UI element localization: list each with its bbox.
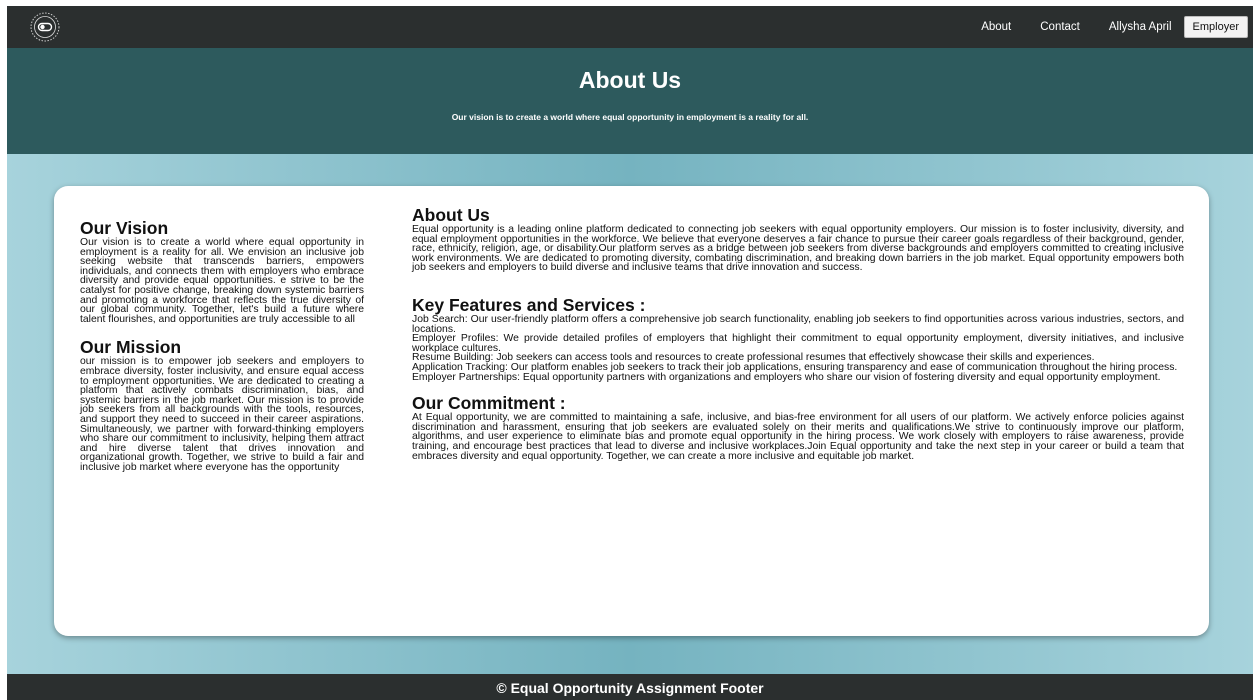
vision-text: Our vision is to create a world where eq… <box>80 237 364 325</box>
nav-link-about[interactable]: About <box>981 21 1011 33</box>
navbar: About Contact Allysha April Employer <box>7 6 1253 48</box>
commitment-text: At Equal opportunity, we are committed t… <box>412 412 1184 462</box>
content-card: Our Vision Our vision is to create a wor… <box>54 186 1209 636</box>
mission-text: our mission is to empower job seekers an… <box>80 356 364 473</box>
feature-item: Job Search: Our user-friendly platform o… <box>412 313 1184 335</box>
about-heading: About Us <box>412 205 490 225</box>
about-text: Equal opportunity is a leading online pl… <box>412 224 1184 274</box>
page-title: About Us <box>578 67 682 93</box>
nav-links: About Contact Allysha April Employer <box>981 6 1248 48</box>
employer-button[interactable]: Employer <box>1183 16 1248 38</box>
features-list: Job Search: Our user-friendly platform o… <box>412 313 1184 383</box>
nav-link-contact[interactable]: Contact <box>1040 21 1080 33</box>
circular-seal-logo-icon[interactable] <box>29 11 61 43</box>
hero-subtitle: Our vision is to create a world where eq… <box>451 112 809 122</box>
page: About Contact Allysha April Employer Abo… <box>7 6 1253 700</box>
feature-item: Employer Partnerships: Equal opportunity… <box>412 371 1161 383</box>
hero-banner: About Us Our vision is to create a world… <box>7 48 1253 154</box>
nav-link-user-profile[interactable]: Allysha April <box>1109 21 1172 33</box>
commitment-heading: Our Commitment : <box>412 393 566 414</box>
footer: © Equal Opportunity Assignment Footer <box>7 674 1253 700</box>
right-column: About Us Equal opportunity is a leading … <box>412 205 1184 462</box>
left-column: Our Vision Our vision is to create a wor… <box>80 218 364 473</box>
vision-heading: Our Vision <box>80 218 169 238</box>
feature-item: Employer Profiles: We provide detailed p… <box>412 333 1184 354</box>
mission-heading: Our Mission <box>80 337 182 358</box>
features-heading: Key Features and Services : <box>412 294 646 315</box>
